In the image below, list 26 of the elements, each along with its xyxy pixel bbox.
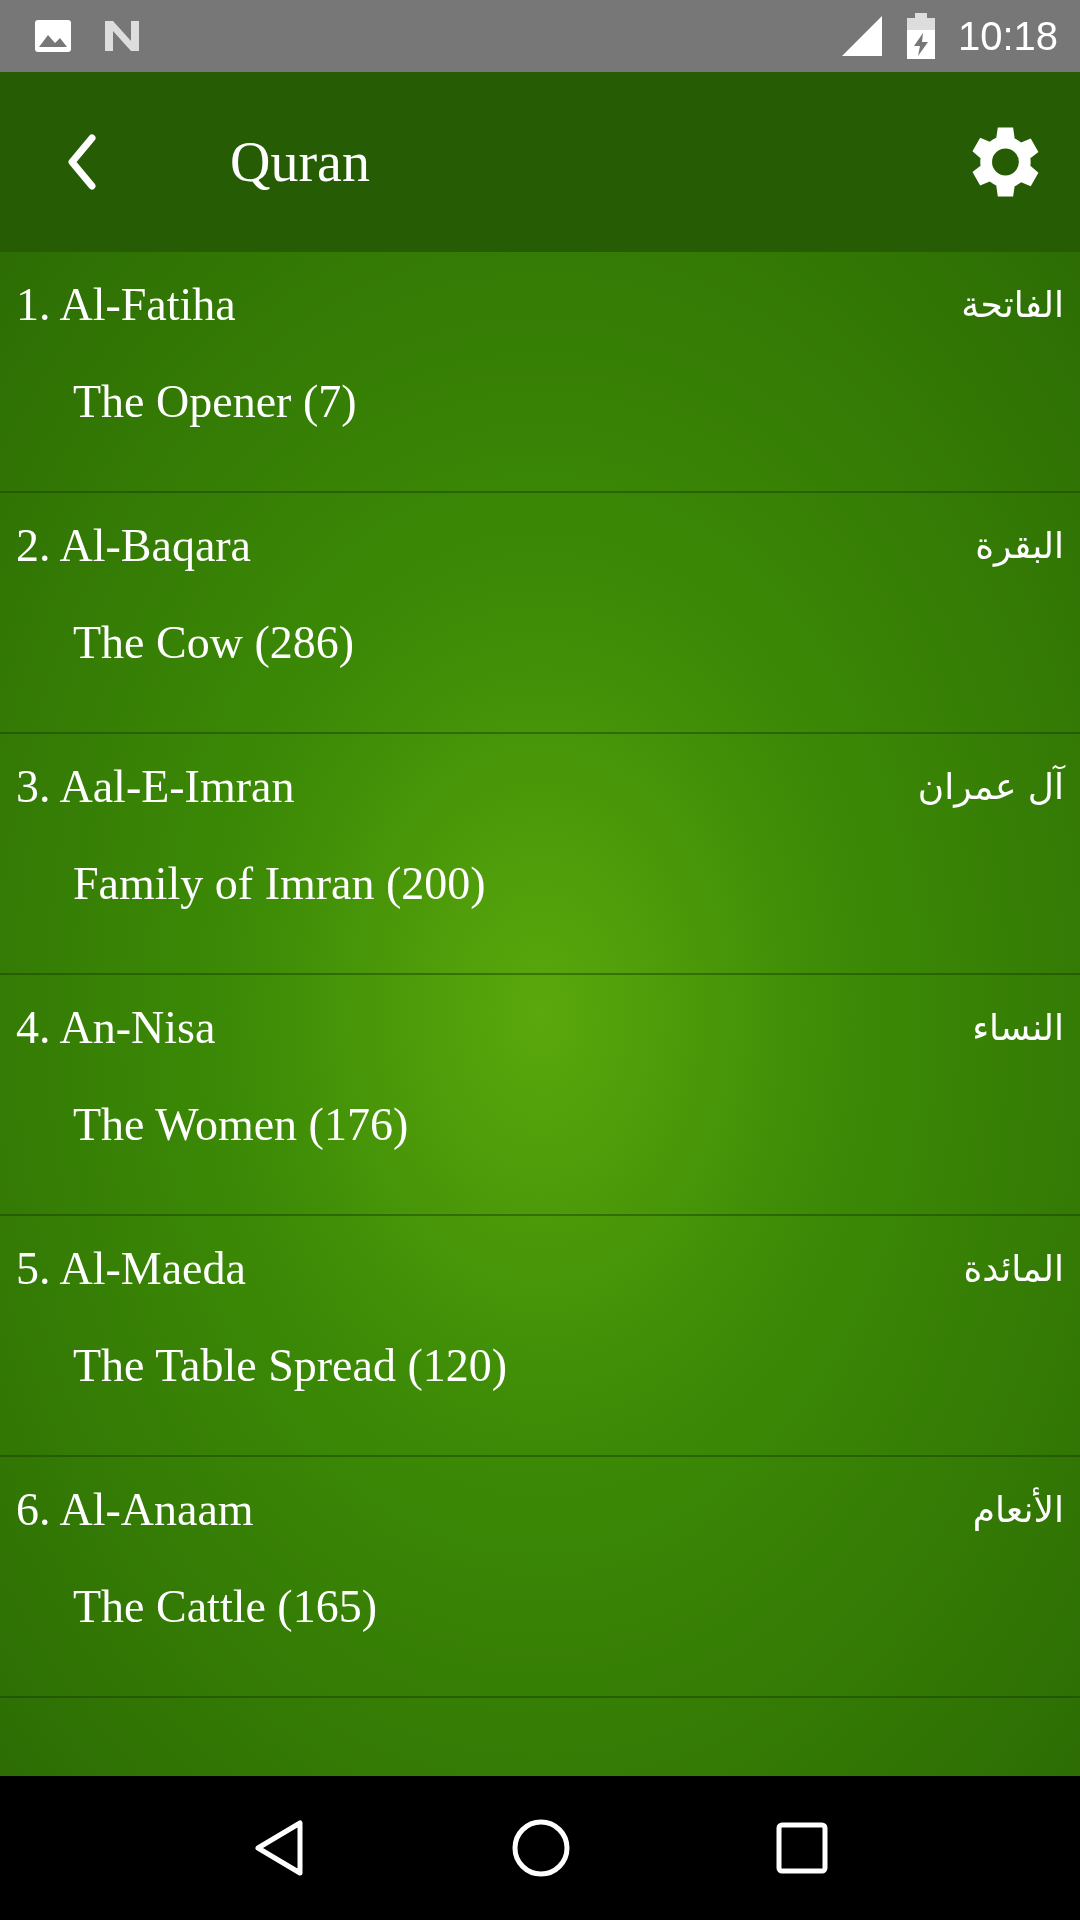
back-icon[interactable] [66,134,98,190]
home-icon[interactable] [511,1818,571,1878]
arabic-name: النساء [972,1007,1064,1048]
surah-name: 2. Al-Baqara [16,519,252,572]
arabic-name: آل عمران [917,766,1064,807]
surah-meaning: The Opener (7) [73,375,358,428]
app-title: Quran [230,130,371,194]
surah-meaning: The Table Spread (120) [73,1339,509,1392]
battery-charging-icon [905,13,936,59]
surah-name: 1. Al-Fatiha [16,278,236,331]
surah-name: 5. Al-Maeda [16,1242,246,1295]
clock-time: 10:18 [957,13,1058,59]
arabic-name: البقرة [975,525,1064,566]
surah-name: 3. Aal-E-Imran [16,760,295,813]
arabic-name: الأنعام [972,1489,1064,1530]
surah-name: 4. An-Nisa [16,1001,216,1054]
surah-meaning: The Women (176) [73,1098,410,1151]
arabic-name: الفاتحة [961,284,1064,325]
recents-icon[interactable] [775,1822,828,1874]
surah-meaning: The Cow (286) [73,616,356,669]
arabic-name: المائدة [963,1248,1064,1289]
image-icon [34,19,72,53]
surah-meaning: The Cattle (165) [73,1580,378,1633]
surah-name: 6. Al-Anaam [16,1483,254,1536]
n-icon [102,19,142,53]
surah-meaning: Family of Imran (200) [73,857,487,910]
